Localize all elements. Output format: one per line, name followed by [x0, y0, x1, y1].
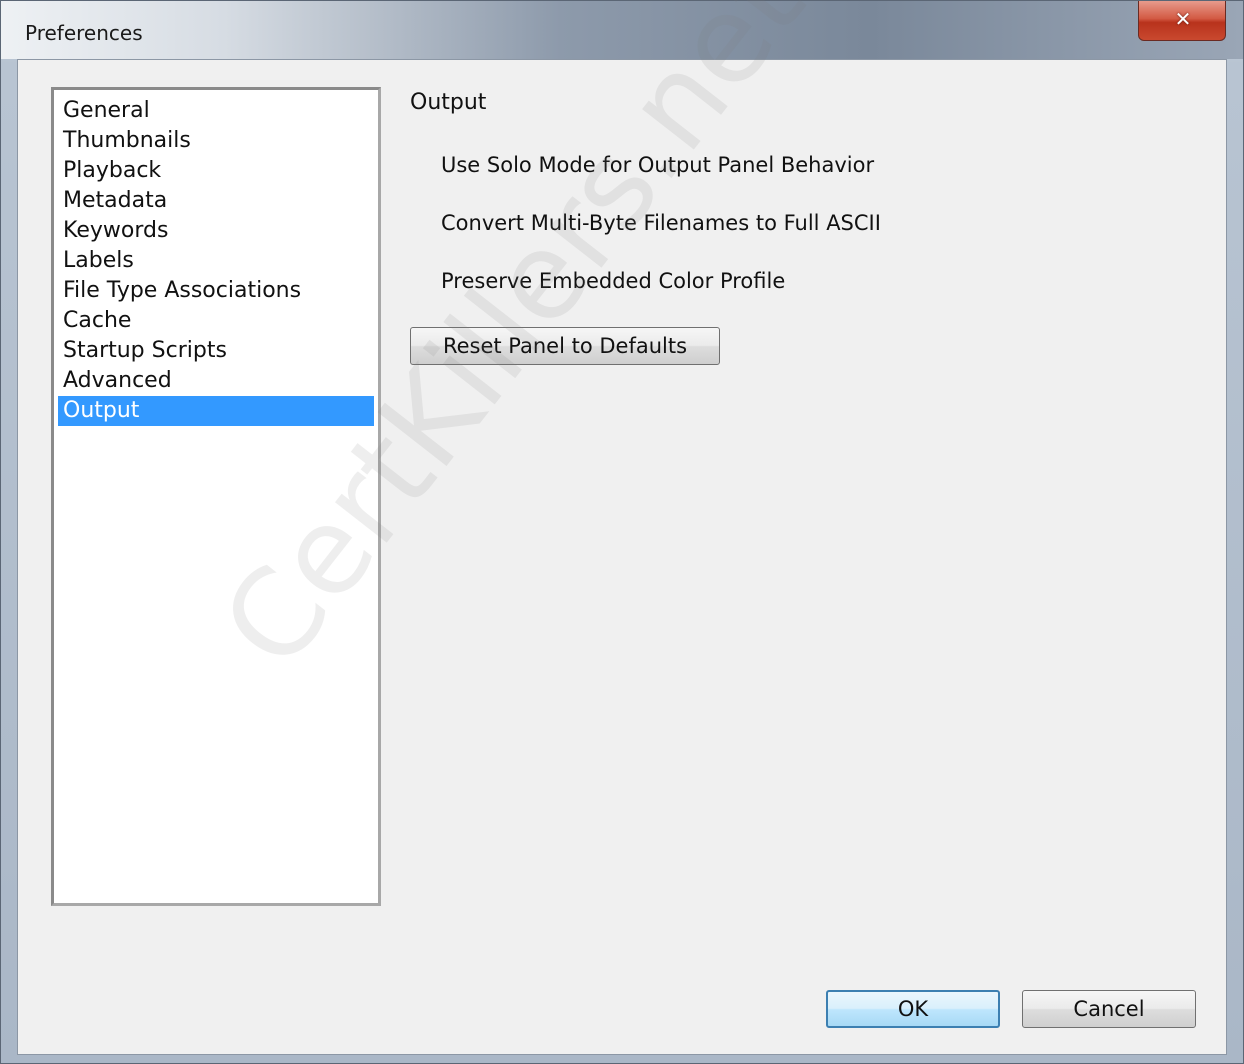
- preserve-color-profile-label: Preserve Embedded Color Profile: [441, 269, 786, 293]
- dialog-body: General Thumbnails Playback Metadata Key…: [17, 59, 1227, 1055]
- category-item-labels[interactable]: Labels: [58, 246, 374, 276]
- category-item-general[interactable]: General: [58, 96, 374, 126]
- category-list[interactable]: General Thumbnails Playback Metadata Key…: [51, 87, 381, 906]
- solo-mode-checkbox[interactable]: [410, 157, 426, 173]
- category-item-metadata[interactable]: Metadata: [58, 186, 374, 216]
- category-item-keywords[interactable]: Keywords: [58, 216, 374, 246]
- close-icon: ✕: [1174, 7, 1192, 31]
- convert-filenames-label: Convert Multi-Byte Filenames to Full ASC…: [441, 211, 881, 235]
- ok-button[interactable]: OK: [826, 990, 1000, 1028]
- reset-panel-button[interactable]: Reset Panel to Defaults: [410, 327, 720, 365]
- preserve-color-profile-checkbox[interactable]: [410, 273, 426, 289]
- category-item-thumbnails[interactable]: Thumbnails: [58, 126, 374, 156]
- convert-filenames-checkbox[interactable]: [410, 215, 426, 231]
- category-item-startup-scripts[interactable]: Startup Scripts: [58, 336, 374, 366]
- category-item-file-type-associations[interactable]: File Type Associations: [58, 276, 374, 306]
- cancel-button[interactable]: Cancel: [1022, 990, 1196, 1028]
- window-title: Preferences: [25, 21, 143, 45]
- convert-filenames-option[interactable]: Convert Multi-Byte Filenames to Full ASC…: [410, 208, 881, 238]
- category-item-advanced[interactable]: Advanced: [58, 366, 374, 396]
- panel-title: Output: [410, 90, 487, 115]
- preferences-dialog: Preferences ✕ General Thumbnails Playbac…: [0, 0, 1244, 1064]
- category-item-cache[interactable]: Cache: [58, 306, 374, 336]
- category-item-playback[interactable]: Playback: [58, 156, 374, 186]
- close-button[interactable]: ✕: [1138, 1, 1226, 41]
- solo-mode-label: Use Solo Mode for Output Panel Behavior: [441, 153, 875, 177]
- solo-mode-option[interactable]: Use Solo Mode for Output Panel Behavior: [410, 150, 874, 180]
- preserve-color-profile-option[interactable]: Preserve Embedded Color Profile: [410, 266, 785, 296]
- title-bar[interactable]: Preferences ✕: [1, 1, 1243, 59]
- category-item-output[interactable]: Output: [58, 396, 374, 426]
